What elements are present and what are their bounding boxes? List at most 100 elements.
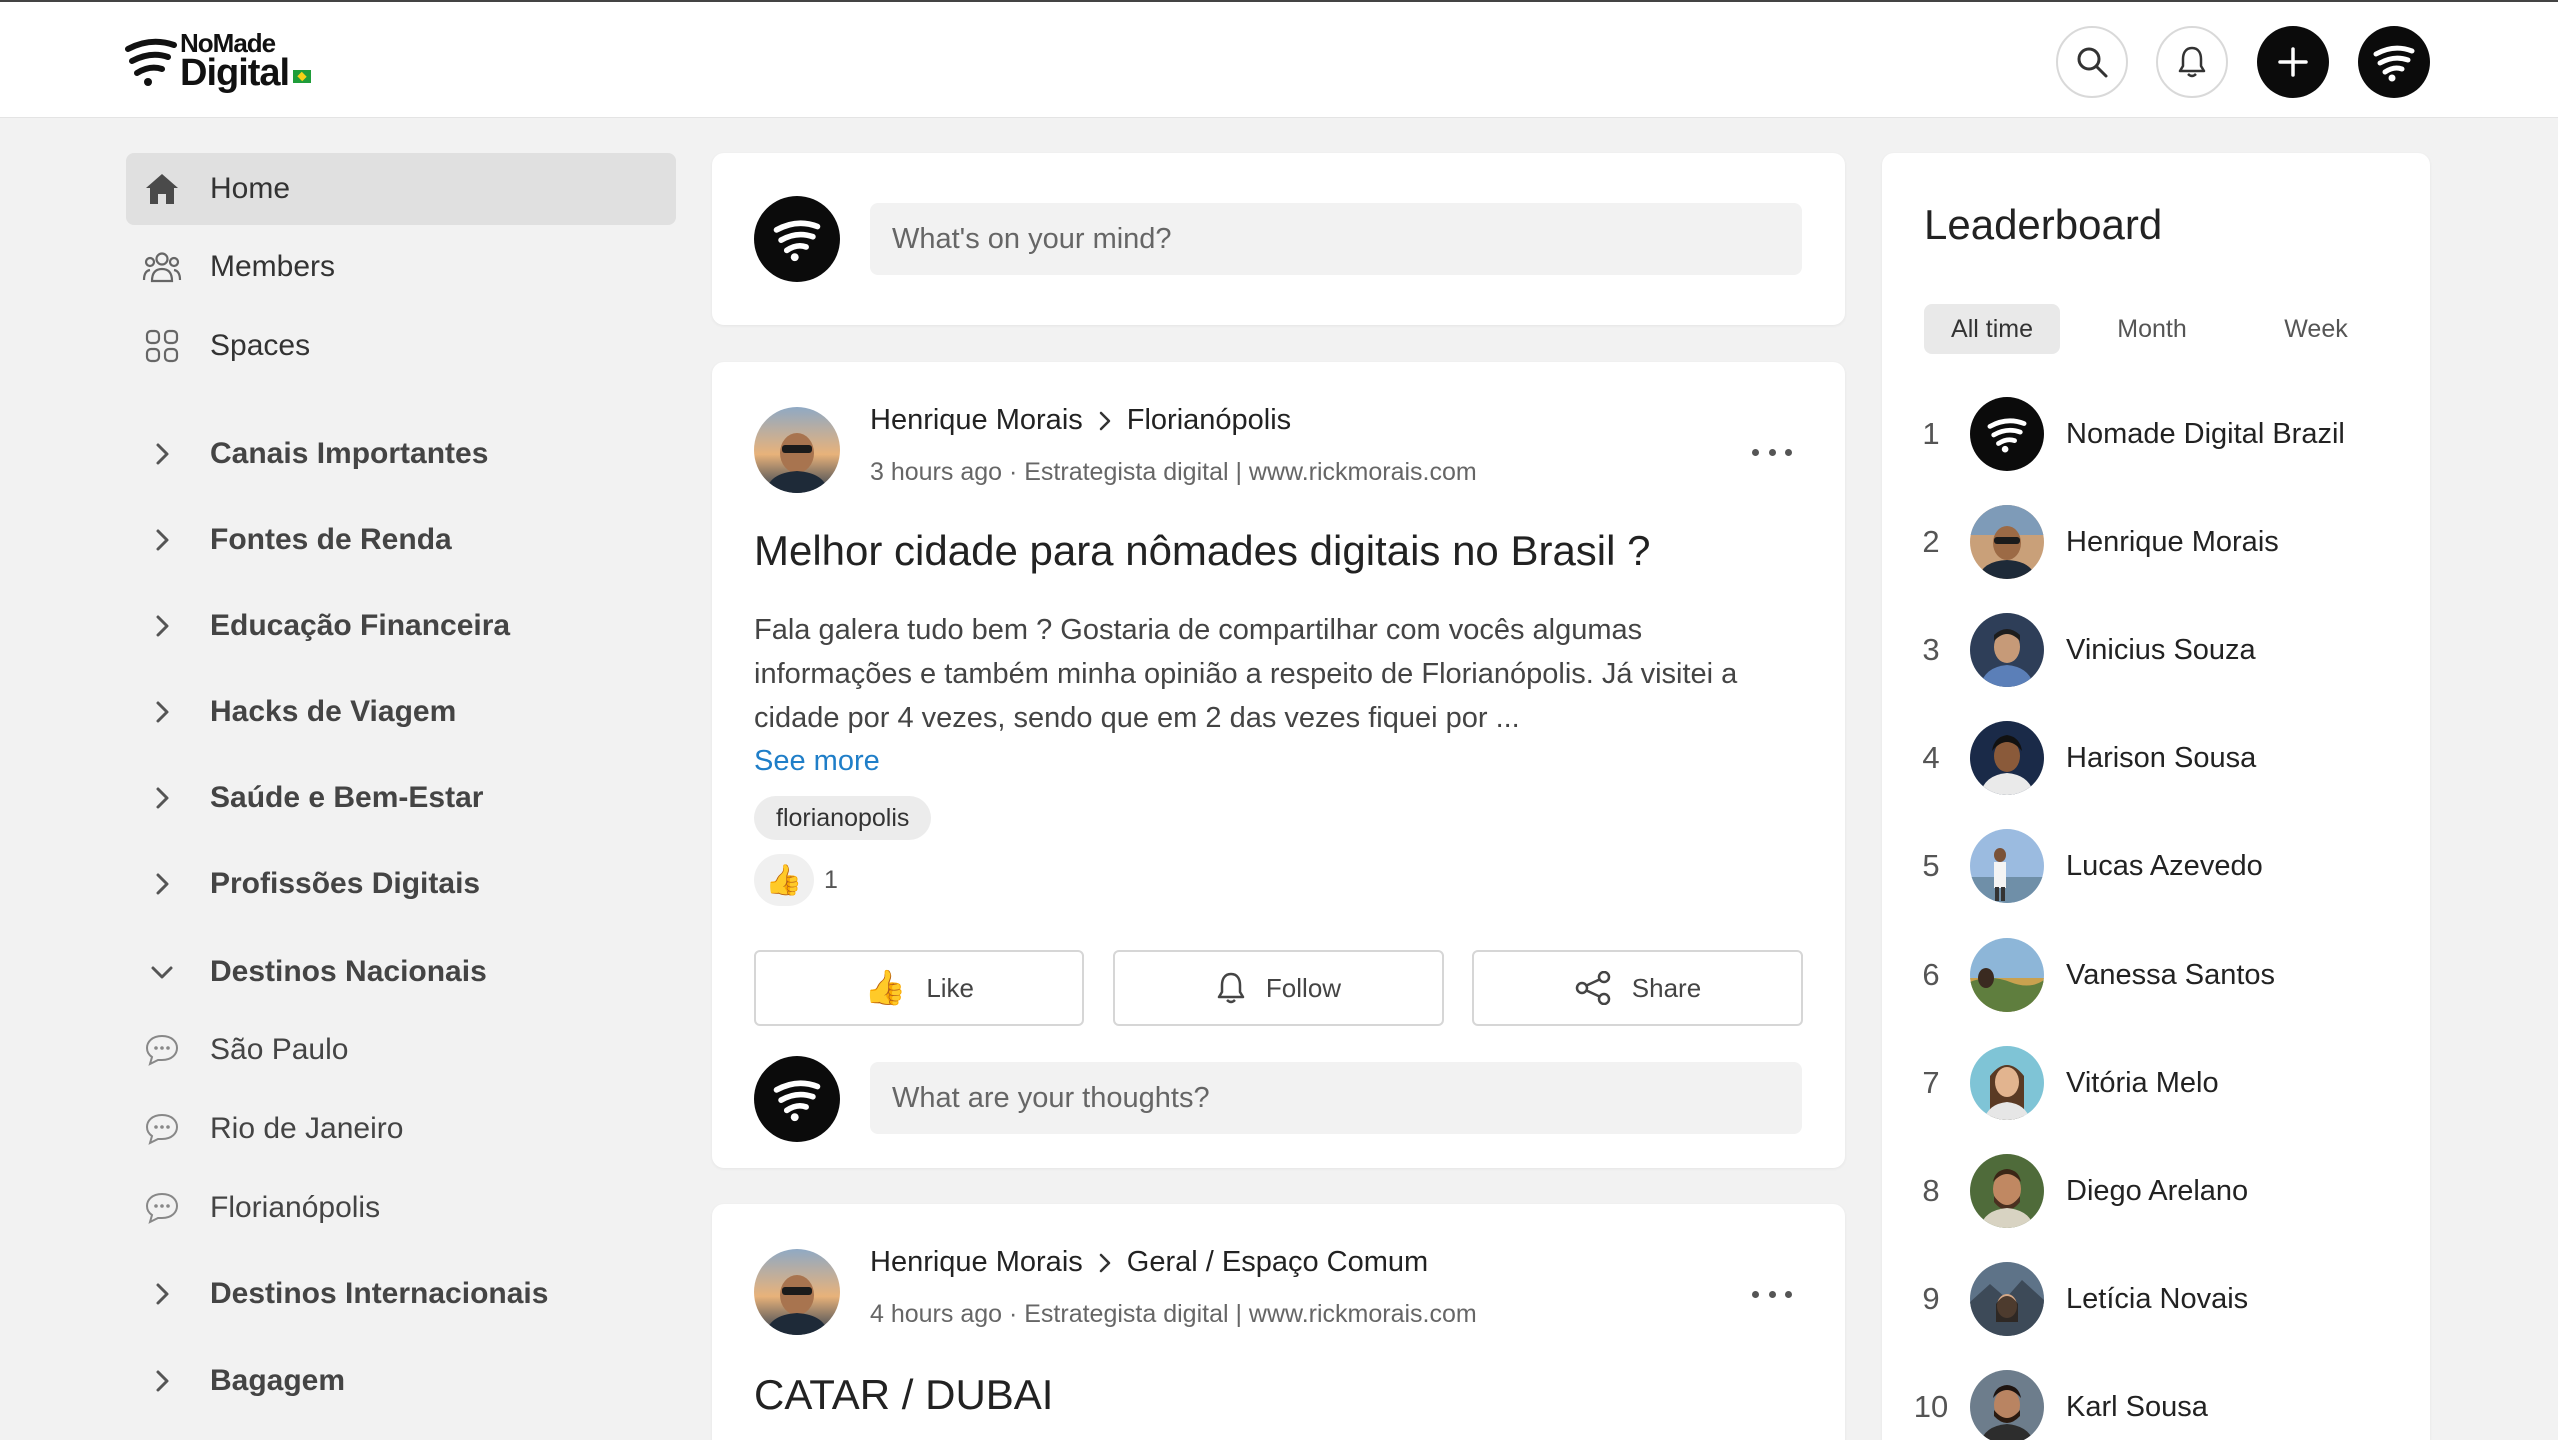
notifications-button[interactable]: [2156, 26, 2228, 98]
space-link[interactable]: Florianópolis: [1127, 404, 1291, 437]
sidebar-group-bagagem[interactable]: Bagagem: [126, 1345, 676, 1417]
post-meta: 4 hours ago · Estrategista digital | www…: [870, 1300, 1477, 1328]
tab-week[interactable]: Week: [2252, 304, 2380, 354]
post-card: Henrique Morais Florianópolis 3 hours ag…: [712, 362, 1845, 1168]
sidebar-group-hacks-de-viagem[interactable]: Hacks de Viagem: [126, 676, 676, 748]
sidebar-group-fontes-de-renda[interactable]: Fontes de Renda: [126, 504, 676, 576]
tab-month[interactable]: Month: [2088, 304, 2216, 354]
more-options-icon[interactable]: [1752, 1284, 1792, 1304]
sidebar-item-sao-paulo[interactable]: São Paulo: [126, 1014, 676, 1086]
author-name[interactable]: Henrique Morais: [870, 404, 1083, 437]
member-name: Vanessa Santos: [2066, 958, 2276, 991]
avatar: [1970, 829, 2044, 903]
avatar: [1970, 1046, 2044, 1120]
create-button[interactable]: [2257, 26, 2329, 98]
sidebar-item-label: Bagagem: [210, 1364, 346, 1397]
share-button[interactable]: Share: [1472, 950, 1803, 1026]
wifi-brand-icon: [1987, 418, 2027, 453]
sidebar-group-profissoes-digitais[interactable]: Profissões Digitais: [126, 848, 676, 920]
leaderboard-row[interactable]: 7 Vitória Melo: [1882, 1040, 2430, 1126]
logo[interactable]: NoMade Digital: [124, 30, 312, 92]
sidebar-group-canais-importantes[interactable]: Canais Importantes: [126, 418, 676, 490]
chevron-right-icon: [142, 434, 182, 474]
plus-icon: [2278, 47, 2308, 77]
leaderboard-row[interactable]: 9 Letícia Novais: [1882, 1256, 2430, 1342]
thumbs-up-icon: 👍: [754, 854, 814, 906]
sidebar-item-label: Profissões Digitais: [210, 867, 481, 900]
search-button[interactable]: [2056, 26, 2128, 98]
member-name: Harison Sousa: [2066, 741, 2257, 774]
member-name: Diego Arelano: [2066, 1174, 2249, 1207]
sidebar-item-label: Members: [210, 250, 336, 283]
leaderboard-row[interactable]: 3 Vinicius Souza: [1882, 607, 2430, 693]
sidebar-item-spaces[interactable]: Spaces: [126, 310, 676, 382]
post-title[interactable]: Melhor cidade para nômades digitais no B…: [754, 527, 1651, 575]
wifi-brand-icon: [773, 220, 821, 262]
like-button[interactable]: 👍 Like: [754, 950, 1084, 1026]
rank: 5: [1922, 848, 1940, 883]
follow-label: Follow: [1265, 972, 1342, 1003]
leaderboard-row[interactable]: 10 Karl Sousa: [1882, 1364, 2430, 1440]
avatar: [1970, 1262, 2044, 1336]
wifi-logo-icon: [125, 38, 177, 86]
sidebar-item-label: Hacks de Viagem: [210, 695, 457, 728]
sidebar-group-saude-e-bem-estar[interactable]: Saúde e Bem-Estar: [126, 762, 676, 834]
reaction-summary[interactable]: 👍 1: [754, 854, 838, 906]
profile-avatar-button[interactable]: [2358, 26, 2430, 98]
leaderboard-row[interactable]: 4 Harison Sousa: [1882, 715, 2430, 801]
post-title[interactable]: CATAR / DUBAI: [754, 1371, 1053, 1419]
rank: 10: [1913, 1389, 1949, 1424]
more-options-icon[interactable]: [1752, 442, 1792, 462]
avatar: [1970, 938, 2044, 1012]
chevron-right-icon: [142, 606, 182, 646]
tab-all-time[interactable]: All time: [1924, 304, 2060, 354]
leaderboard-row[interactable]: 2 Henrique Morais: [1882, 499, 2430, 585]
chat-bubble-icon: [142, 1188, 182, 1228]
avatar-photo: [754, 407, 840, 493]
leaderboard-row[interactable]: 6 Vanessa Santos: [1882, 932, 2430, 1018]
author-avatar[interactable]: [754, 407, 840, 493]
space-link[interactable]: Geral / Espaço Comum: [1127, 1246, 1428, 1279]
share-icon: [1574, 971, 1612, 1005]
leaderboard-card: Leaderboard All time Month Week 1 Nomade…: [1882, 153, 2430, 1440]
member-name: Letícia Novais: [2066, 1282, 2249, 1315]
chevron-right-icon: [1097, 1251, 1113, 1275]
avatar[interactable]: [754, 196, 840, 282]
see-more-link[interactable]: See more: [754, 745, 880, 778]
sidebar-group-destinos-nacionais[interactable]: Destinos Nacionais: [126, 936, 676, 1008]
chevron-right-icon: [142, 692, 182, 732]
author-name[interactable]: Henrique Morais: [870, 1246, 1083, 1279]
post-card: Henrique Morais Geral / Espaço Comum 4 h…: [712, 1204, 1845, 1440]
sidebar-item-florianopolis[interactable]: Florianópolis: [126, 1172, 676, 1244]
post-composer-input[interactable]: What's on your mind?: [870, 203, 1802, 275]
avatar: [1970, 397, 2044, 471]
avatar[interactable]: [754, 1056, 840, 1142]
rank: 3: [1922, 632, 1940, 667]
member-name: Vitória Melo: [2066, 1066, 2219, 1099]
like-label: Like: [926, 972, 975, 1003]
leaderboard-row[interactable]: 8 Diego Arelano: [1882, 1148, 2430, 1234]
post-tag[interactable]: florianopolis: [754, 796, 932, 840]
home-icon: [142, 169, 182, 209]
comment-input[interactable]: What are your thoughts?: [870, 1062, 1802, 1134]
sidebar-group-destinos-internacionais[interactable]: Destinos Internacionais: [126, 1258, 676, 1330]
sidebar-item-home[interactable]: Home: [126, 153, 676, 225]
chevron-right-icon: [142, 778, 182, 818]
sidebar-item-label: Educação Financeira: [210, 609, 511, 642]
wifi-brand-icon: [773, 1080, 821, 1122]
member-name: Karl Sousa: [2066, 1390, 2208, 1423]
leaderboard-row[interactable]: 5 Lucas Azevedo: [1882, 823, 2430, 909]
member-name: Vinicius Souza: [2066, 633, 2256, 666]
sidebar-item-label: Rio de Janeiro: [210, 1112, 404, 1145]
sidebar-item-label: Fontes de Renda: [210, 523, 452, 556]
leaderboard-row[interactable]: 1 Nomade Digital Brazil: [1882, 391, 2430, 477]
sidebar-item-rio-de-janeiro[interactable]: Rio de Janeiro: [126, 1093, 676, 1165]
chevron-right-icon: [142, 864, 182, 904]
sidebar-item-label: Saúde e Bem-Estar: [210, 781, 484, 814]
sidebar-item-members[interactable]: Members: [126, 231, 676, 303]
sidebar-group-educacao-financeira[interactable]: Educação Financeira: [126, 590, 676, 662]
follow-button[interactable]: Follow: [1113, 950, 1444, 1026]
avatar: [1970, 721, 2044, 795]
share-label: Share: [1631, 972, 1702, 1003]
author-avatar[interactable]: [754, 1249, 840, 1335]
